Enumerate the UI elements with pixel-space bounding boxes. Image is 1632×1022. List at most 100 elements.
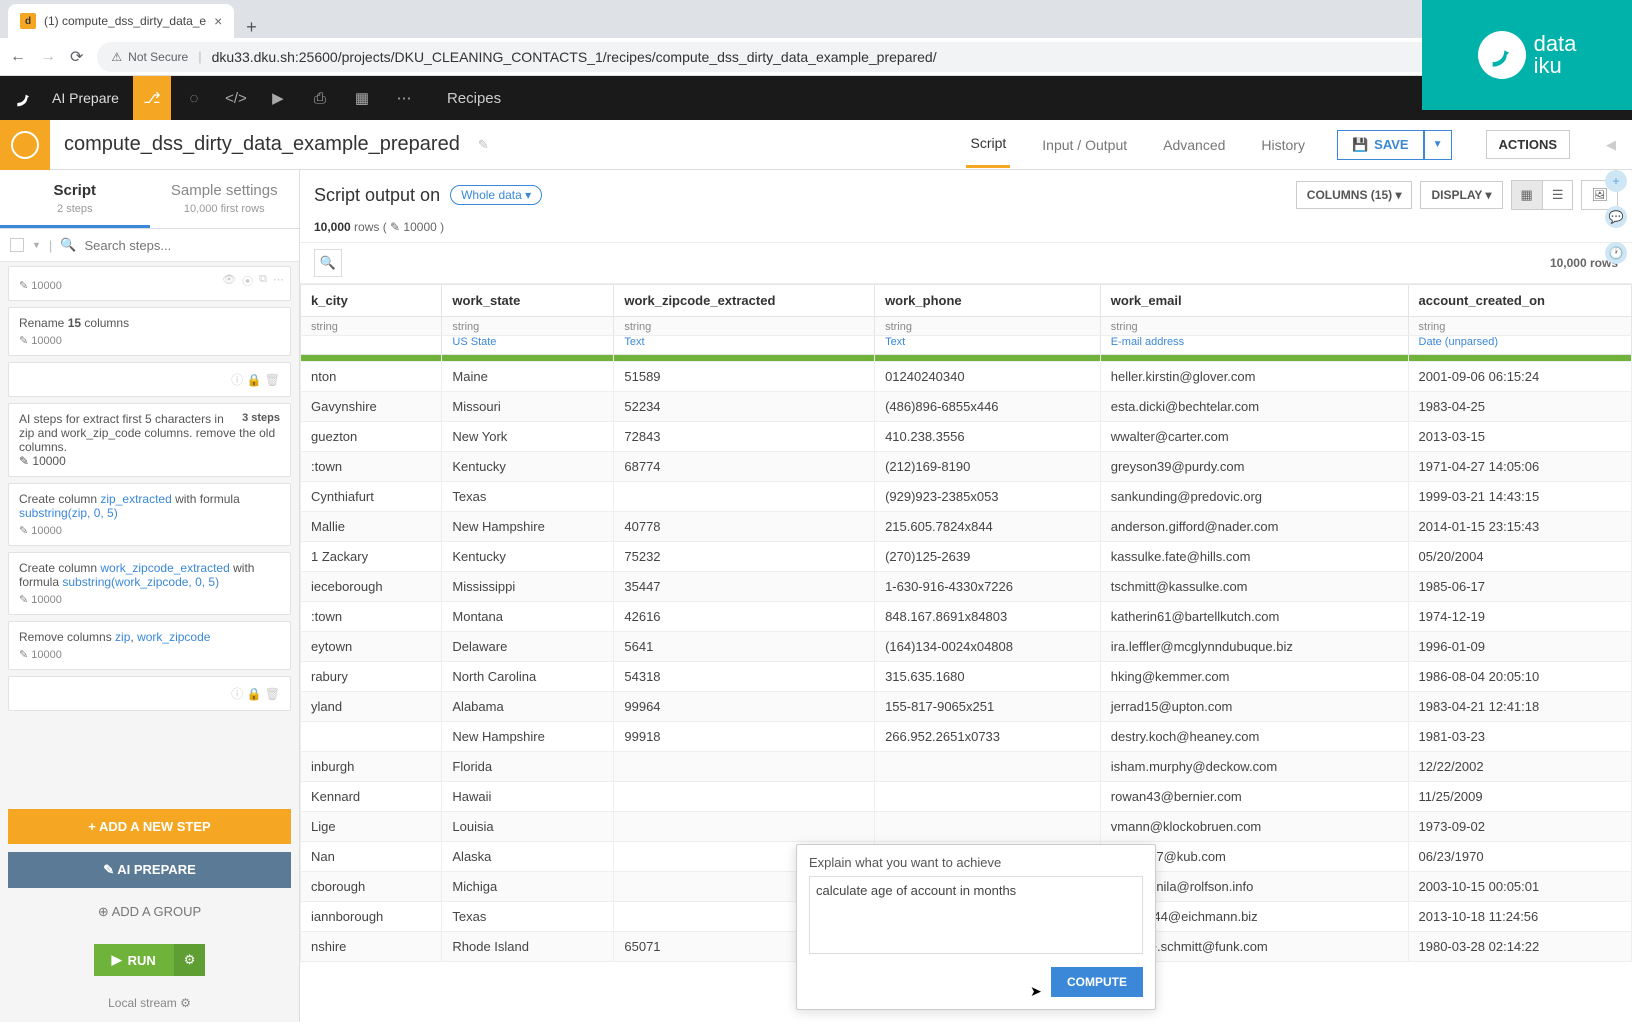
info-icon[interactable]: ⓘ	[231, 687, 243, 701]
toggle-icon[interactable]: ⦿	[242, 273, 253, 289]
lock-icon[interactable]: 🔒	[246, 687, 261, 701]
info-icon[interactable]: ⓘ	[231, 373, 243, 387]
code-nav-icon[interactable]: </>	[217, 76, 255, 120]
table-cell[interactable]: (929)923-2385x053	[875, 482, 1101, 512]
table-cell[interactable]: 2013-10-18 11:24:56	[1408, 902, 1631, 932]
rail-plus-icon[interactable]: +	[1605, 170, 1627, 192]
table-row[interactable]: KennardHawaiirowan43@bernier.com11/25/20…	[301, 782, 1632, 812]
ai-prompt-input[interactable]	[809, 876, 1143, 954]
table-cell[interactable]: 05/20/2004	[1408, 542, 1631, 572]
table-cell[interactable]: tschmitt@kassulke.com	[1100, 572, 1408, 602]
table-cell[interactable]: anderson.gifford@nader.com	[1100, 512, 1408, 542]
forward-icon[interactable]: →	[40, 48, 56, 66]
add-step-button[interactable]: + ADD A NEW STEP	[8, 809, 291, 844]
table-cell[interactable]: North Carolina	[442, 662, 614, 692]
play-nav-icon[interactable]: ▶	[259, 76, 297, 120]
new-tab-button[interactable]: +	[234, 17, 269, 38]
table-cell[interactable]: 215.605.7824x844	[875, 512, 1101, 542]
table-cell[interactable]: 99964	[614, 692, 875, 722]
table-cell[interactable]: iannborough	[301, 902, 442, 932]
table-cell[interactable]: Louisia	[442, 812, 614, 842]
table-cell[interactable]: (212)169-8190	[875, 452, 1101, 482]
table-cell[interactable]: 11/25/2009	[1408, 782, 1631, 812]
actions-button[interactable]: ACTIONS	[1486, 130, 1571, 159]
table-cell[interactable]: Alaska	[442, 842, 614, 872]
table-cell[interactable]: 2003-10-15 00:05:01	[1408, 872, 1631, 902]
table-row[interactable]: GavynshireMissouri52234(486)896-6855x446…	[301, 392, 1632, 422]
add-group-button[interactable]: ⊕ ADD A GROUP	[8, 896, 291, 928]
table-cell[interactable]: (270)125-2639	[875, 542, 1101, 572]
view-grid-icon[interactable]: ▦	[1512, 181, 1543, 209]
table-row[interactable]: raburyNorth Carolina54318315.635.1680hki…	[301, 662, 1632, 692]
table-cell[interactable]: 1980-03-28 02:14:22	[1408, 932, 1631, 962]
tab-script[interactable]: Script	[966, 121, 1010, 168]
column-header[interactable]: work_email	[1100, 285, 1408, 317]
ai-prepare-button[interactable]: ✎ AI PREPARE	[8, 852, 291, 888]
column-header[interactable]: account_created_on	[1408, 285, 1631, 317]
table-cell[interactable]	[614, 812, 875, 842]
url-box[interactable]: ⚠ Not Secure | dku33.dku.sh:25600/projec…	[97, 42, 1622, 72]
table-cell[interactable]: Maine	[442, 362, 614, 392]
table-cell[interactable]: 1983-04-25	[1408, 392, 1631, 422]
circle-nav-icon[interactable]: ◌	[175, 76, 213, 120]
chevron-down-icon[interactable]: ▼	[32, 240, 41, 250]
table-cell[interactable]: 1974-12-19	[1408, 602, 1631, 632]
table-cell[interactable]: New Hampshire	[442, 512, 614, 542]
table-cell[interactable]: yland	[301, 692, 442, 722]
table-cell[interactable]: Montana	[442, 602, 614, 632]
table-cell[interactable]: 410.238.3556	[875, 422, 1101, 452]
lock-icon[interactable]: 🔒	[246, 373, 261, 387]
table-row[interactable]: ieceboroughMississippi354471-630-916-433…	[301, 572, 1632, 602]
script-subtab-script[interactable]: Script 2 steps	[0, 170, 150, 228]
table-cell[interactable]: 1971-04-27 14:05:06	[1408, 452, 1631, 482]
column-meaning[interactable]: US State	[442, 336, 614, 355]
table-row[interactable]: :townKentucky68774(212)169-8190greyson39…	[301, 452, 1632, 482]
script-subtab-sample[interactable]: Sample settings 10,000 first rows	[150, 170, 300, 228]
run-button[interactable]: ▶ RUN	[94, 944, 174, 976]
table-cell[interactable]: 1999-03-21 14:43:15	[1408, 482, 1631, 512]
table-cell[interactable]: 2001-09-06 06:15:24	[1408, 362, 1631, 392]
more-icon[interactable]: ⋯	[273, 273, 284, 289]
print-nav-icon[interactable]: ⎙	[301, 76, 339, 120]
table-cell[interactable]: nton	[301, 362, 442, 392]
table-cell[interactable]: 35447	[614, 572, 875, 602]
home-bird-icon[interactable]	[10, 84, 38, 112]
whole-data-pill[interactable]: Whole data ▾	[450, 185, 542, 205]
save-dropdown[interactable]: ▼	[1424, 130, 1452, 160]
column-meaning[interactable]	[301, 336, 442, 355]
compute-button[interactable]: COMPUTE	[1051, 967, 1143, 997]
view-list-icon[interactable]: ☰	[1543, 181, 1573, 209]
table-cell[interactable]: 1981-03-23	[1408, 722, 1631, 752]
table-cell[interactable]: guezton	[301, 422, 442, 452]
rail-clock-icon[interactable]: 🕐	[1605, 242, 1627, 264]
table-cell[interactable]: 40778	[614, 512, 875, 542]
table-cell[interactable]: Lige	[301, 812, 442, 842]
table-cell[interactable]: Hawaii	[442, 782, 614, 812]
table-cell[interactable]: 1973-09-02	[1408, 812, 1631, 842]
table-cell[interactable]: Cynthiafurt	[301, 482, 442, 512]
columns-dropdown[interactable]: COLUMNS (15) ▾	[1296, 181, 1413, 209]
tab-io[interactable]: Input / Output	[1038, 123, 1131, 167]
table-cell[interactable]: (164)134-0024x04808	[875, 632, 1101, 662]
column-meaning[interactable]: E-mail address	[1100, 336, 1408, 355]
table-cell[interactable]: Gavynshire	[301, 392, 442, 422]
table-cell[interactable]	[614, 752, 875, 782]
table-cell[interactable]: isham.murphy@deckow.com	[1100, 752, 1408, 782]
table-cell[interactable]	[614, 782, 875, 812]
step-remove-cols[interactable]: Remove columns zip, work_zipcode ✎ 10000	[8, 621, 291, 670]
table-cell[interactable]: 1986-08-04 20:05:10	[1408, 662, 1631, 692]
column-meaning[interactable]: Date (unparsed)	[1408, 336, 1631, 355]
table-row[interactable]: inburghFloridaisham.murphy@deckow.com12/…	[301, 752, 1632, 782]
grid-nav-icon[interactable]: ▦	[343, 76, 381, 120]
table-cell[interactable]: Nan	[301, 842, 442, 872]
table-cell[interactable]: Kentucky	[442, 452, 614, 482]
table-cell[interactable]: 12/22/2002	[1408, 752, 1631, 782]
table-cell[interactable]: 01240240340	[875, 362, 1101, 392]
step-group-ai[interactable]: 3 steps AI steps for extract first 5 cha…	[8, 403, 291, 477]
table-cell[interactable]: New York	[442, 422, 614, 452]
table-cell[interactable]: (486)896-6855x446	[875, 392, 1101, 422]
table-cell[interactable]: Mallie	[301, 512, 442, 542]
edit-name-icon[interactable]: ✎	[478, 137, 489, 153]
table-cell[interactable]: 5641	[614, 632, 875, 662]
column-header[interactable]: work_zipcode_extracted	[614, 285, 875, 317]
